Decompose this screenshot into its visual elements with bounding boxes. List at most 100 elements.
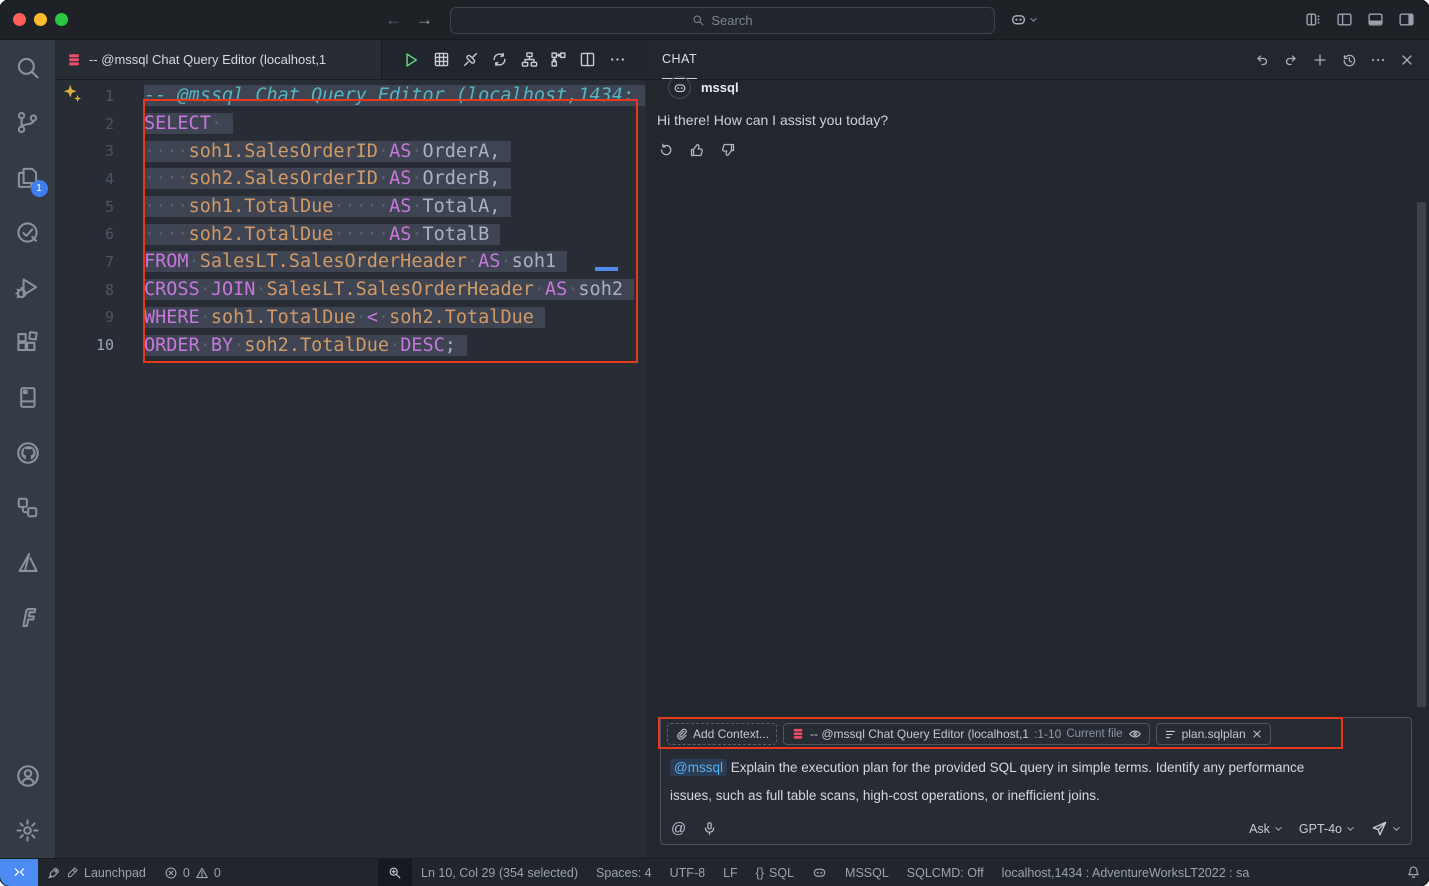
toggle-primary-sidebar-icon[interactable] [1336, 11, 1353, 28]
chat-more-icon[interactable] [1370, 52, 1386, 68]
connection-item[interactable]: localhost,1434 : AdventureWorksLT2022 : … [993, 859, 1259, 886]
braces-icon: {} [756, 866, 764, 880]
notifications-bell-icon[interactable] [1406, 865, 1421, 880]
tab-label: -- @mssql Chat Query Editor (localhost,1 [89, 52, 326, 67]
activity-notebook[interactable] [0, 370, 56, 425]
estimated-plan-icon[interactable] [521, 51, 538, 68]
mssql-item[interactable]: MSSQL [836, 859, 898, 886]
split-editor-icon[interactable] [579, 51, 596, 68]
chat-scrollbar[interactable] [1417, 202, 1426, 707]
actual-plan-icon[interactable] [550, 51, 567, 68]
chat-history-icon[interactable] [1341, 52, 1357, 68]
indentation-item[interactable]: Spaces: 4 [587, 859, 661, 886]
mode-label: Ask [1249, 822, 1270, 836]
selection-highlight: ORDER·BY·soh2.TotalDue·DESC; [144, 335, 467, 356]
disconnect-icon[interactable] [462, 51, 479, 68]
chat-input-box[interactable]: Add Context... -- @mssql Chat Query Edit… [660, 717, 1412, 845]
command-center-search[interactable]: Search [450, 7, 995, 34]
code-line[interactable]: 4····soh2.SalesOrderID·AS·OrderB, [56, 165, 646, 193]
zoom-window-button[interactable] [55, 13, 68, 26]
activity-explorer[interactable]: 1 [0, 150, 56, 205]
activity-github[interactable] [0, 425, 56, 480]
explorer-badge: 1 [31, 180, 48, 197]
mention-button[interactable]: @ [671, 820, 686, 837]
code-line[interactable]: 1-- @mssql Chat Query Editor (localhost,… [56, 82, 646, 110]
code-line[interactable]: 10ORDER·BY·soh2.TotalDue·DESC; [56, 331, 646, 359]
overview-cursor-marker [595, 267, 618, 271]
selection-highlight: CROSS·JOIN·SalesLT.SalesOrderHeader·AS·s… [144, 279, 634, 300]
activity-fabric[interactable] [0, 590, 56, 645]
microphone-icon[interactable] [702, 821, 717, 836]
toggle-secondary-sidebar-icon[interactable] [1398, 11, 1415, 28]
thumbs-up-icon[interactable] [689, 142, 705, 158]
language-item[interactable]: {}SQL [747, 859, 803, 886]
undo-icon[interactable] [1254, 52, 1270, 68]
activity-extensions[interactable] [0, 315, 56, 370]
activity-tasks[interactable] [0, 205, 56, 260]
more-actions-icon[interactable] [609, 51, 626, 68]
copilot-menu-button[interactable] [1010, 11, 1038, 28]
nav-forward-icon[interactable]: → [416, 10, 433, 30]
toggle-panel-icon[interactable] [1367, 11, 1384, 28]
sqlcmd-item[interactable]: SQLCMD: Off [898, 859, 993, 886]
plan-file-chip[interactable]: plan.sqlplan [1156, 723, 1271, 745]
code-area[interactable]: 1-- @mssql Chat Query Editor (localhost,… [56, 82, 646, 359]
eol-item[interactable]: LF [714, 859, 747, 886]
new-chat-icon[interactable] [1312, 52, 1328, 68]
zoom-indicator[interactable] [378, 859, 412, 886]
retry-icon[interactable] [658, 142, 674, 158]
remote-indicator[interactable] [0, 859, 38, 886]
code-line[interactable]: 9WHERE·soh1.TotalDue·<·soh2.TotalDue [56, 304, 646, 332]
encoding-item[interactable]: UTF-8 [661, 859, 714, 886]
add-context-chip[interactable]: Add Context... [667, 723, 777, 745]
activity-connections[interactable] [0, 480, 56, 535]
activity-source-control[interactable] [0, 95, 56, 150]
send-button[interactable] [1371, 820, 1401, 837]
customize-layout-icon[interactable] [1305, 11, 1322, 28]
model-dropdown[interactable]: GPT-4o [1299, 822, 1355, 836]
code-editor[interactable]: 1-- @mssql Chat Query Editor (localhost,… [56, 80, 646, 858]
cursor-position-item[interactable]: Ln 10, Col 29 (354 selected) [412, 859, 587, 886]
activity-azure[interactable] [0, 535, 56, 590]
code-line[interactable]: 7FROM·SalesLT.SalesOrderHeader·AS·soh1 [56, 248, 646, 276]
close-window-button[interactable] [13, 13, 26, 26]
error-count: 0 [183, 866, 190, 880]
message-actions [658, 142, 736, 158]
copilot-status-item[interactable] [803, 859, 836, 886]
code-line[interactable]: 3····soh1.SalesOrderID·AS·OrderA, [56, 137, 646, 165]
problems-item[interactable]: 0 0 [155, 859, 230, 886]
chat-prompt-text[interactable]: @mssql Explain the execution plan for th… [670, 754, 1330, 810]
nav-back-icon[interactable]: ← [385, 10, 402, 30]
close-chat-icon[interactable] [1399, 52, 1415, 68]
model-label: GPT-4o [1299, 822, 1342, 836]
search-icon [692, 14, 705, 27]
activity-search[interactable] [0, 40, 56, 95]
activity-settings[interactable] [0, 803, 56, 858]
remove-chip-icon[interactable] [1251, 728, 1263, 740]
results-grid-icon[interactable] [433, 51, 450, 68]
change-connection-icon[interactable] [491, 51, 508, 68]
editor-toolbar [382, 40, 646, 79]
activity-accounts[interactable] [0, 748, 56, 803]
mode-dropdown[interactable]: Ask [1249, 822, 1283, 836]
launchpad-item[interactable]: Launchpad [38, 859, 155, 886]
message-author: mssql [701, 80, 739, 95]
tab-chat[interactable]: CHAT [662, 40, 697, 79]
run-query-icon[interactable] [402, 51, 420, 69]
plan-file-label: plan.sqlplan [1182, 727, 1246, 741]
line-number: 5 [56, 198, 114, 216]
code-line[interactable]: 8CROSS·JOIN·SalesLT.SalesOrderHeader·AS·… [56, 276, 646, 304]
code-line[interactable]: 6····soh2.TotalDue·····AS·TotalB [56, 220, 646, 248]
minimize-window-button[interactable] [34, 13, 47, 26]
redo-icon[interactable] [1283, 52, 1299, 68]
mssql-mention[interactable]: @mssql [670, 759, 727, 776]
context-chips-row: Add Context... -- @mssql Chat Query Edit… [667, 723, 1271, 745]
thumbs-down-icon[interactable] [720, 142, 736, 158]
code-line[interactable]: 5····soh1.TotalDue·····AS·TotalA, [56, 193, 646, 221]
activity-run-debug[interactable] [0, 260, 56, 315]
eye-icon[interactable] [1128, 727, 1142, 741]
file-context-chip[interactable]: -- @mssql Chat Query Editor (localhost,1… [783, 723, 1150, 745]
editor-tab[interactable]: -- @mssql Chat Query Editor (localhost,1 [56, 40, 382, 79]
selection-highlight: SELECT· [144, 113, 233, 134]
code-line[interactable]: 2SELECT· [56, 110, 646, 138]
